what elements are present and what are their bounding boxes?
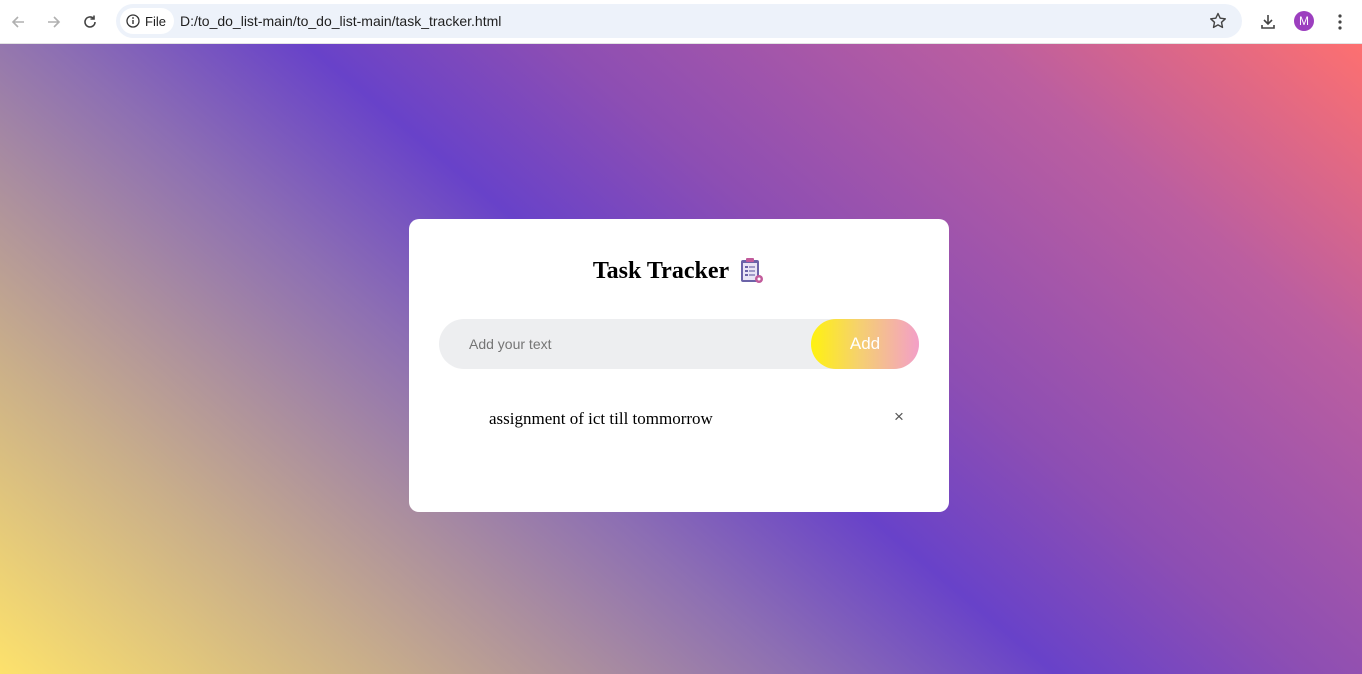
- address-bar[interactable]: File D:/to_do_list-main/to_do_list-main/…: [116, 4, 1242, 38]
- browser-toolbar: File D:/to_do_list-main/to_do_list-main/…: [0, 0, 1362, 44]
- kebab-menu-icon: [1338, 14, 1342, 30]
- title-text: Task Tracker: [592, 257, 730, 284]
- profile-avatar[interactable]: M: [1294, 11, 1314, 31]
- reload-icon: [84, 15, 96, 28]
- site-info-chip[interactable]: File: [120, 8, 174, 34]
- list-item[interactable]: assignment of ict till tommorrow ×: [489, 407, 909, 431]
- delete-task-button[interactable]: ×: [891, 407, 907, 426]
- downloads-button[interactable]: [1254, 8, 1282, 36]
- reload-button[interactable]: [76, 8, 104, 36]
- task-input[interactable]: [439, 319, 811, 369]
- task-tracker-card: Task Tracker Add assignment of ict till …: [409, 219, 949, 512]
- bookmark-star-icon[interactable]: [1208, 11, 1228, 31]
- clipboard-icon: [741, 258, 764, 283]
- forward-button[interactable]: [40, 8, 68, 36]
- page-background: Task Tracker Add assignment of ict till …: [0, 44, 1362, 674]
- add-button[interactable]: Add: [811, 319, 919, 369]
- arrow-left-icon: [11, 16, 24, 28]
- browser-menu-button[interactable]: [1326, 8, 1354, 36]
- site-chip-label: File: [145, 13, 166, 29]
- back-button[interactable]: [4, 8, 32, 36]
- task-input-row: Add: [439, 319, 919, 369]
- arrow-right-icon: [48, 16, 61, 28]
- page-title: Task Tracker: [409, 257, 949, 285]
- task-text[interactable]: assignment of ict till tommorrow: [489, 409, 713, 429]
- url-text[interactable]: D:/to_do_list-main/to_do_list-main/task_…: [180, 13, 501, 29]
- info-icon: [126, 14, 140, 28]
- download-icon: [1261, 15, 1275, 29]
